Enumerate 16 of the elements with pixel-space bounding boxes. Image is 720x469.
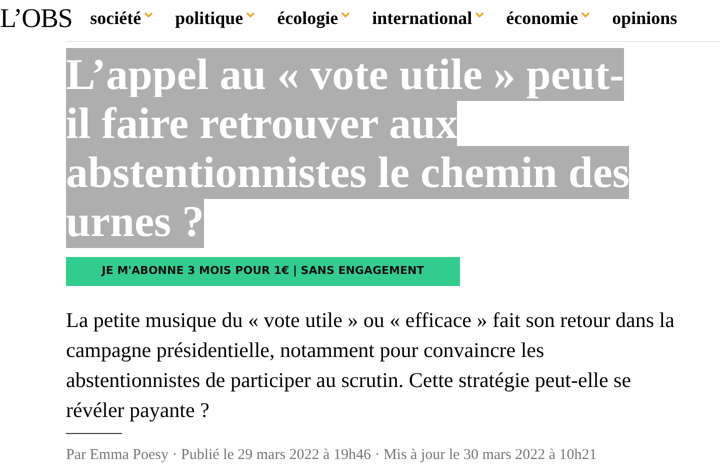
nav-link[interactable]: écologie <box>277 4 350 32</box>
nav-link[interactable]: société <box>90 4 154 32</box>
chevron-icon <box>246 12 256 18</box>
nav-link[interactable]: opinions <box>612 4 678 32</box>
chevron-icon <box>475 12 484 18</box>
nav-link[interactable]: économie <box>506 4 590 32</box>
nav-link[interactable]: international <box>372 4 484 32</box>
chevron-icon <box>144 12 154 18</box>
byline: Par Emma Poesy · Publié le 29 mars 2022 à 19h46 · Mis à jour le 30 mars 2022 à 10h21 <box>66 446 598 465</box>
nav-link[interactable]: politique <box>175 4 256 32</box>
site-logo[interactable]: L’OBS <box>0 4 72 32</box>
chevron-icon <box>341 12 350 18</box>
chevron-icon <box>581 12 590 18</box>
article-lede: La petite musique du « vote utile » ou « efficace » fait son retour dans la campagne présidentielle, notamment pour convaincre les abstentionnistes de participer au scrutin. Cette stratégie peut-elle se révéler payante ? <box>66 307 676 424</box>
article-title: L’appel au « vote utile » peut-il faire retrouver aux abstentionnistes le chemin des urnes ? <box>66 50 630 246</box>
subscribe-button[interactable]: JE M'ABONNE 3 MOIS POUR 1€ | SANS ENGAGEMENT <box>66 257 460 286</box>
